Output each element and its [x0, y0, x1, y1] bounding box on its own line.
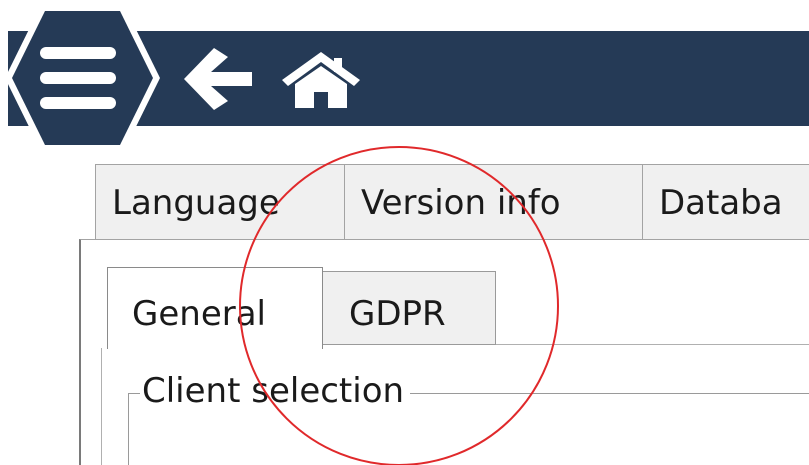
tab-language[interactable]: Language — [95, 164, 345, 240]
home-icon — [282, 52, 360, 108]
inner-panel-border — [496, 344, 809, 345]
tab-label: Language — [112, 183, 280, 223]
group-legend: Client selection — [140, 365, 411, 417]
back-button[interactable] — [184, 48, 256, 110]
tab-version-info[interactable]: Version info — [344, 164, 643, 240]
tab-database[interactable]: Databa — [642, 164, 809, 240]
inner-panel-border — [101, 348, 102, 465]
tab-general[interactable]: General — [107, 267, 323, 349]
menu-button[interactable] — [0, 0, 165, 156]
app-window: Language Version info Databa GDPR Genera… — [0, 0, 809, 465]
tab-gdpr[interactable]: GDPR — [322, 271, 496, 345]
hamburger-menu-icon — [40, 47, 116, 109]
home-button[interactable] — [282, 52, 360, 108]
arrow-left-icon — [184, 48, 252, 110]
tab-label: Databa — [659, 183, 783, 223]
tab-label: Version info — [361, 183, 561, 223]
tab-label: General — [132, 294, 266, 334]
tab-label: GDPR — [349, 294, 446, 334]
